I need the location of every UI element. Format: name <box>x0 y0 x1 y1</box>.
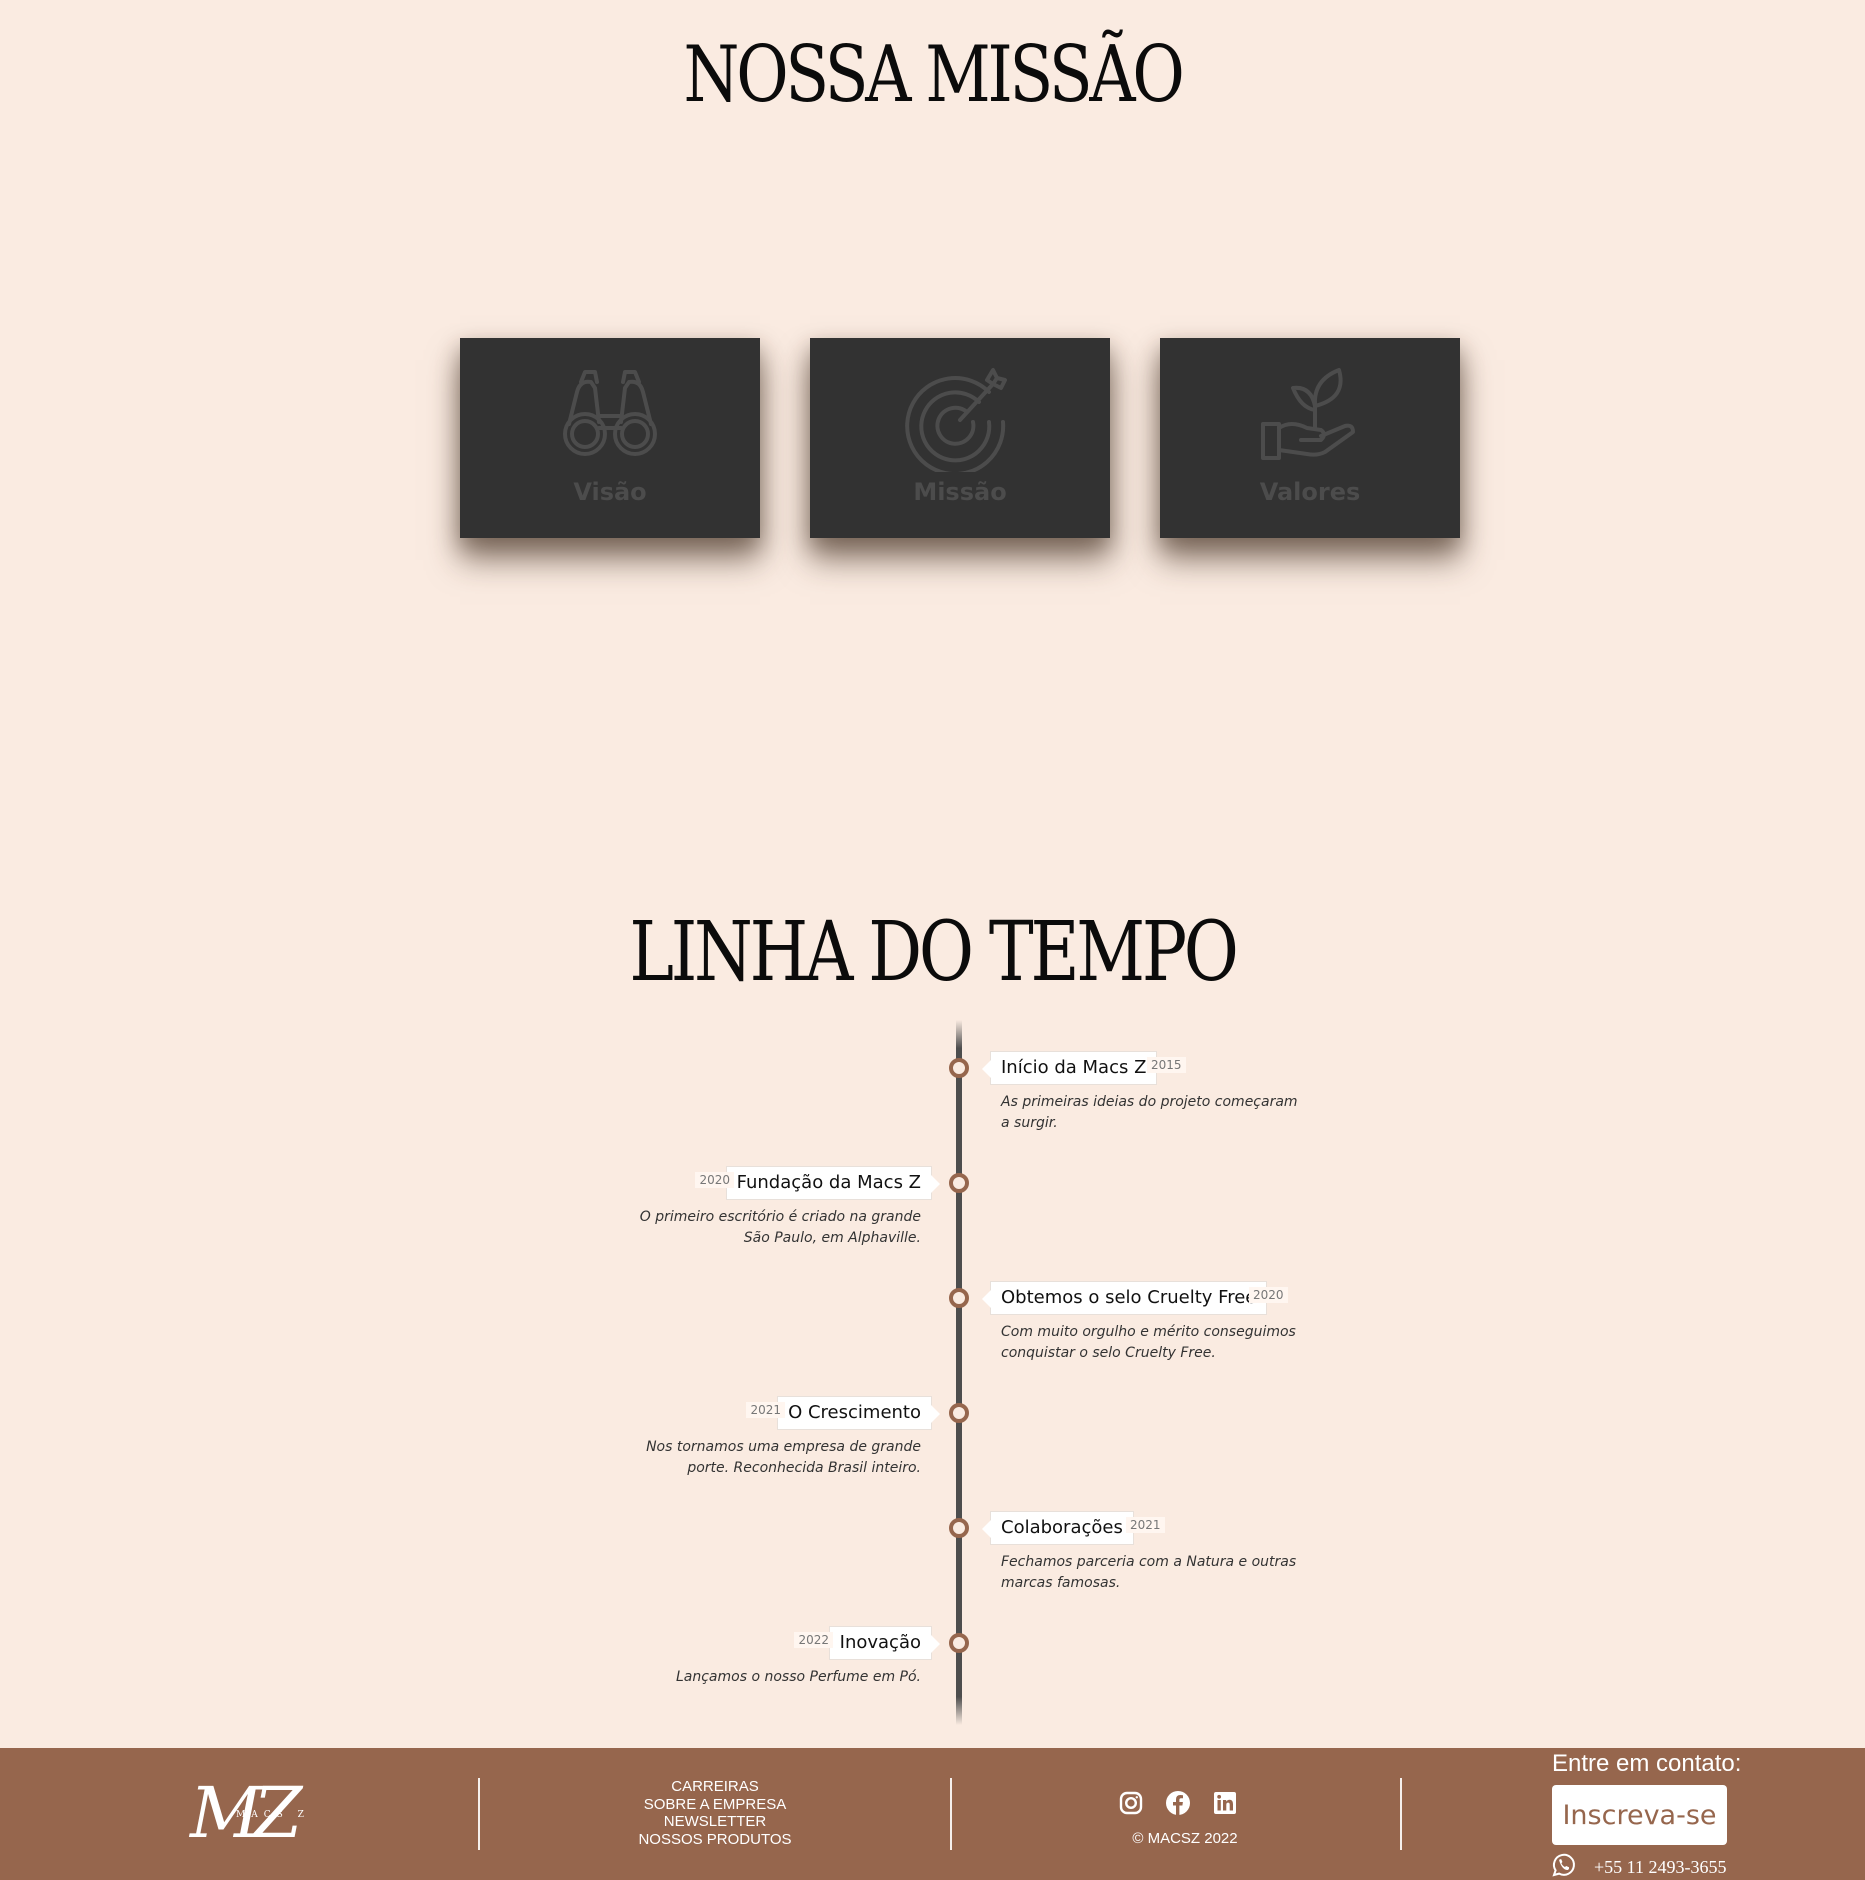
timeline-dot <box>949 1058 969 1078</box>
timeline-event-year: 2015 <box>1147 1057 1186 1073</box>
timeline-event-title: Obtemos o selo Cruelty Free <box>981 1281 1268 1315</box>
link-carreiras[interactable]: CARREIRAS <box>600 1778 830 1796</box>
phone-contact[interactable]: +55 11 2493-3655 <box>1550 1852 1726 1880</box>
timeline-event-year: 2021 <box>1126 1517 1165 1533</box>
copyright: © MACSZ 2022 <box>1132 1830 1238 1847</box>
link-sobre-empresa[interactable]: SOBRE A EMPRESA <box>600 1796 830 1814</box>
timeline-event-description: O primeiro escritório é criado na grande… <box>639 1209 921 1246</box>
vision-label: Visão <box>573 478 647 506</box>
binoculars-icon <box>563 370 657 456</box>
mission-title: NOSSA MISSÃO <box>683 30 1185 120</box>
timeline-event-year: 2020 <box>1249 1287 1288 1303</box>
timeline-event-title: O Crescimento <box>777 1396 940 1430</box>
instagram-icon[interactable] <box>1118 1790 1144 1816</box>
target-icon <box>905 368 1007 472</box>
values-card[interactable]: Valores <box>1160 338 1460 538</box>
timeline-dot <box>949 1173 969 1193</box>
footer-links: CARREIRAS SOBRE A EMPRESA NEWSLETTER NOS… <box>600 1778 830 1848</box>
timeline-event-description: As primeiras ideias do projeto começaram… <box>1001 1094 1298 1131</box>
timeline-event-year: 2021 <box>746 1402 785 1418</box>
timeline-dot <box>949 1403 969 1423</box>
timeline-dot <box>949 1633 969 1653</box>
timeline-event-title: Inovação <box>828 1626 941 1660</box>
site-footer: MZ MACS Z CARREIRAS SOBRE A EMPRESA NEWS… <box>0 1748 1865 1880</box>
plant-hand-icon <box>1261 368 1355 460</box>
linkedin-icon[interactable] <box>1212 1790 1238 1816</box>
footer-divider <box>478 1778 480 1850</box>
mission-card[interactable]: Missão <box>810 338 1110 538</box>
timeline-dot <box>949 1518 969 1538</box>
timeline-event-title: Início da Macs Z <box>981 1051 1158 1085</box>
timeline-event-description: Nos tornamos uma empresa de grande porte… <box>646 1439 921 1476</box>
vision-card[interactable]: Visão <box>460 338 760 538</box>
timeline-event-year: 2022 <box>794 1632 833 1648</box>
whatsapp-icon <box>1550 1852 1576 1880</box>
link-nossos-produtos[interactable]: NOSSOS PRODUTOS <box>600 1831 830 1849</box>
facebook-icon[interactable] <box>1165 1790 1191 1816</box>
timeline-event-title: Fundação da Macs Z <box>725 1166 941 1200</box>
mission-label: Missão <box>913 478 1007 506</box>
timeline-event-description: Com muito orgulho e mérito conseguimos c… <box>1001 1324 1296 1361</box>
contact-title: Entre em contato: <box>1552 1750 1742 1777</box>
phone-number: +55 11 2493-3655 <box>1594 1856 1727 1877</box>
timeline-line <box>956 1020 962 1725</box>
footer-divider <box>1400 1778 1402 1850</box>
footer-divider <box>950 1778 952 1850</box>
timeline-event-description: Lançamos o nosso Perfume em Pó. <box>675 1669 921 1685</box>
timeline-title: LINHA DO TEMPO <box>629 905 1239 1000</box>
link-newsletter[interactable]: NEWSLETTER <box>600 1813 830 1831</box>
timeline-event-title: Colaborações <box>982 1511 1134 1545</box>
subscribe-button[interactable]: Inscreva-se <box>1552 1785 1727 1845</box>
footer-logo[interactable]: MZ MACS Z <box>190 1772 330 1854</box>
values-label: Valores <box>1259 478 1361 506</box>
social-links <box>1118 1790 1238 1816</box>
timeline-dot <box>949 1288 969 1308</box>
timeline-event-year: 2020 <box>695 1172 734 1188</box>
logo-brand-name: MACS Z <box>236 1810 310 1820</box>
timeline-event-description: Fechamos parceria com a Natura e outras … <box>1001 1554 1297 1591</box>
